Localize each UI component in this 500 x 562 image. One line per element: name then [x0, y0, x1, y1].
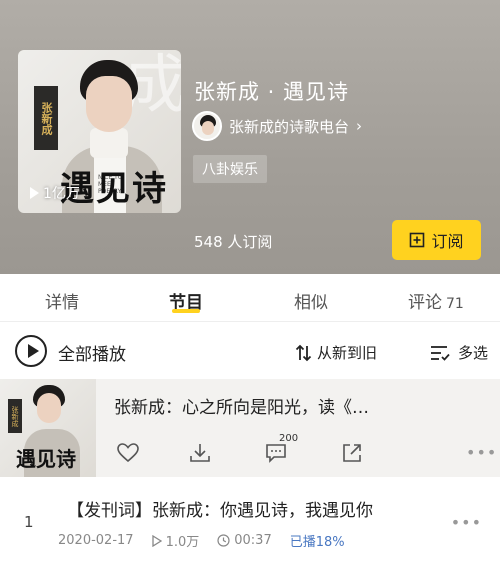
album-header: 成 张新成 NICE TO MEET POETRY 遇见诗 1亿万 张新成 · …: [0, 0, 500, 274]
album-title: 张新成 · 遇见诗: [194, 80, 350, 104]
episode-date: 2020-02-17: [58, 533, 134, 548]
episode-title[interactable]: 【发刊词】张新成：你遇见诗，我遇见你: [67, 496, 373, 521]
album-cover[interactable]: 成 张新成 NICE TO MEET POETRY 遇见诗 1亿万: [18, 50, 181, 213]
episode-index: 1: [24, 513, 34, 531]
host-name: 张新成的诗歌电台: [229, 117, 350, 136]
clock-icon: [217, 534, 230, 547]
download-icon[interactable]: [188, 441, 214, 467]
tab-comments[interactable]: 评论 71: [408, 288, 464, 313]
add-subscribe-icon: [410, 232, 425, 248]
category-tag[interactable]: 八卦娱乐: [193, 155, 267, 183]
now-playing-thumbnail: 张新成 遇见诗: [0, 379, 96, 477]
active-tab-indicator: [172, 309, 200, 313]
share-icon[interactable]: [340, 441, 366, 467]
thumb-name-tag: 张新成: [8, 399, 22, 433]
tab-bar: 详情 节目 相似 评论 71: [0, 274, 500, 322]
play-icon: [30, 187, 39, 199]
play-all-icon[interactable]: [15, 335, 47, 367]
comments-count: 71: [446, 296, 464, 312]
thumb-calligraphy: 遇见诗: [16, 447, 76, 471]
play-all-button[interactable]: 全部播放: [58, 340, 126, 365]
sort-button[interactable]: 从新到旧: [295, 342, 377, 363]
multi-select-button[interactable]: 多选: [430, 342, 488, 363]
comment-count: 200: [279, 433, 299, 444]
now-playing-title[interactable]: 张新成：心之所向是阳光，读《…: [114, 393, 424, 418]
episode-meta: 2020-02-17 1.0万 00:37 已播18%: [58, 531, 345, 550]
subscriber-count: 548 人订阅: [194, 233, 273, 251]
episode-progress: 已播18%: [289, 535, 345, 550]
more-options-icon[interactable]: •••: [466, 443, 497, 462]
episode-toolbar: 全部播放 从新到旧 多选: [0, 323, 500, 379]
episode-duration: 00:37: [217, 533, 272, 548]
host-link[interactable]: 张新成的诗歌电台 ›: [192, 111, 362, 141]
like-icon[interactable]: [116, 441, 142, 467]
tab-similar[interactable]: 相似: [294, 288, 328, 313]
cover-play-count: 1亿万: [30, 183, 80, 203]
sort-icon: [295, 344, 312, 361]
chevron-right-icon: ›: [356, 117, 363, 135]
host-avatar: [192, 111, 222, 141]
comment-icon[interactable]: [264, 441, 290, 467]
episode-plays: 1.0万: [151, 531, 199, 550]
episode-item[interactable]: 1 【发刊词】张新成：你遇见诗，我遇见你 2020-02-17 1.0万 00:…: [0, 477, 500, 562]
subscribe-button[interactable]: 订阅: [392, 220, 481, 260]
play-count-icon: [151, 534, 162, 547]
cover-name-tag: 张新成: [34, 86, 58, 150]
now-playing-card[interactable]: 张新成 遇见诗 张新成：心之所向是阳光，读《… 200 •••: [0, 379, 500, 477]
tab-details[interactable]: 详情: [45, 288, 79, 313]
list-select-icon: [431, 345, 450, 361]
card-action-bar: 200 •••: [112, 433, 496, 467]
episode-more-icon[interactable]: •••: [451, 513, 482, 532]
